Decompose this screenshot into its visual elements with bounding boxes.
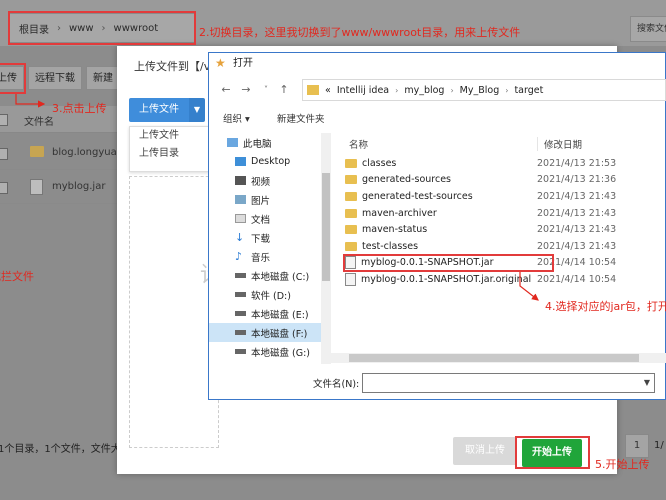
annotation-arrows [15,94,539,301]
arrow-step3 [15,94,46,108]
arrow-step4 [519,272,539,301]
